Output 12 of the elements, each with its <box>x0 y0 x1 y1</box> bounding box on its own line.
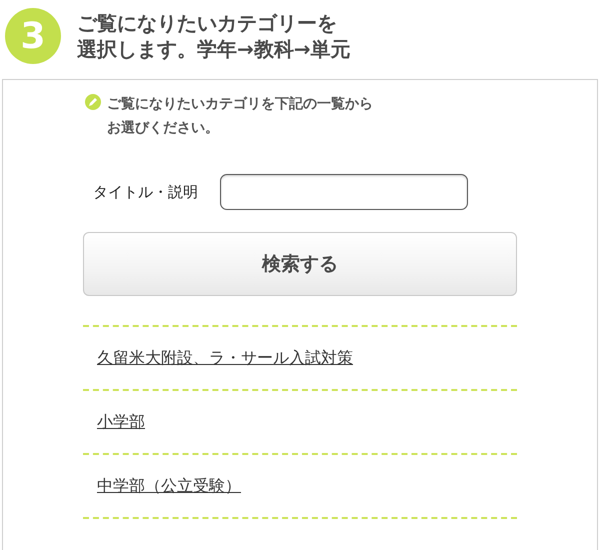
search-field[interactable] <box>220 174 468 210</box>
hint-text: お選びください。 <box>107 119 220 138</box>
category-link[interactable]: 中学部（公立受験） <box>97 476 241 496</box>
category-link[interactable]: 小学部 <box>97 412 145 432</box>
step-number: 3 <box>5 8 61 64</box>
search-label: タイトル・説明 <box>93 182 198 202</box>
hint-text: ご覧になりたいカテゴリを下記の一覧から <box>107 95 373 114</box>
pencil-icon <box>85 94 101 110</box>
search-button[interactable]: 検索する <box>83 232 517 296</box>
step-title: 選択します。学年→教科→単元 <box>77 36 351 62</box>
step-title: ご覧になりたいカテゴリーを <box>77 10 338 36</box>
category-link[interactable]: 久留米大附設、ラ・サール入試対策 <box>97 348 353 368</box>
